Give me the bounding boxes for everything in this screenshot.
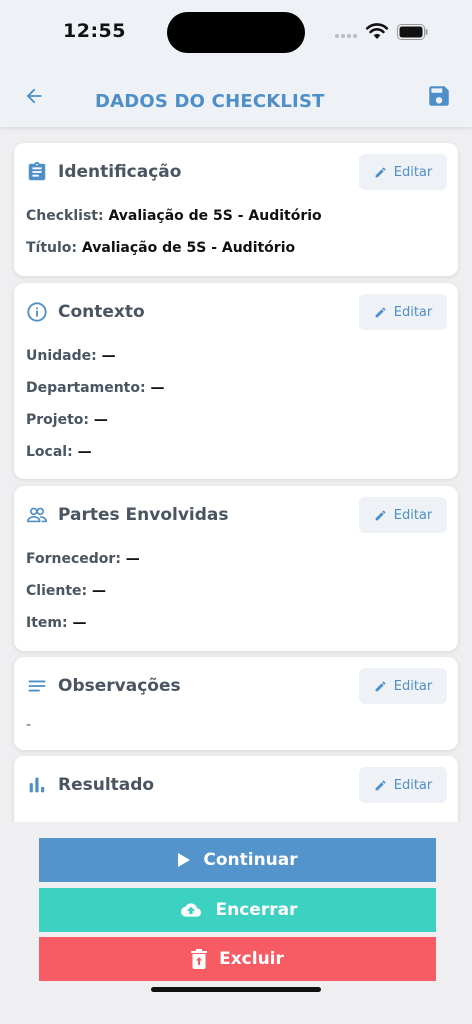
field-label: Local: (26, 444, 73, 460)
dynamic-island (167, 12, 305, 53)
edit-resultado-button[interactable]: Editar (359, 767, 447, 803)
field-cliente: Cliente: — (26, 583, 106, 599)
action-bar: Continuar Encerrar Excluir (0, 822, 472, 1024)
pencil-icon (375, 681, 386, 691)
field-value: — (125, 551, 140, 567)
edit-label: Editar (393, 304, 433, 320)
field-checklist: Checklist: Avaliação de 5S - Auditório (26, 208, 322, 224)
back-button[interactable] (20, 82, 48, 110)
pencil-icon (375, 780, 386, 790)
card-contexto: Contexto Editar Unidade: — Departamento:… (14, 283, 458, 479)
clipboard-icon (28, 161, 46, 181)
signal-icon (335, 34, 359, 40)
edit-label: Editar (393, 777, 433, 793)
content-scroll[interactable]: Identificação Editar Checklist: Avaliaçã… (0, 127, 472, 822)
field-value: — (92, 583, 106, 599)
card-header: Identificação Editar (14, 143, 458, 199)
battery-icon (397, 24, 428, 40)
card-header: Partes Envolvidas Editar (14, 486, 458, 542)
delete-button[interactable]: Excluir (39, 937, 436, 981)
field-titulo: Título: Avaliação de 5S - Auditório (26, 240, 295, 256)
card-title-partes: Partes Envolvidas (58, 505, 229, 525)
edit-identificacao-button[interactable]: Editar (359, 154, 447, 190)
pencil-icon (375, 167, 386, 177)
card-title-identificacao: Identificação (58, 162, 182, 182)
card-identificacao: Identificação Editar Checklist: Avaliaçã… (14, 143, 458, 276)
edit-contexto-button[interactable]: Editar (359, 294, 447, 330)
field-unidade: Unidade: — (26, 348, 116, 364)
field-label: Título: (26, 240, 78, 256)
delete-label: Excluir (219, 949, 284, 969)
cloud-upload-icon (180, 903, 201, 917)
pencil-icon (375, 307, 386, 317)
edit-partes-button[interactable]: Editar (359, 497, 447, 533)
card-header: Resultado Editar (14, 756, 458, 812)
field-label: Item: (26, 615, 68, 631)
info-icon (27, 302, 47, 322)
card-observacoes: Observações Editar - (14, 657, 458, 750)
card-title-resultado: Resultado (58, 775, 155, 795)
field-label: Fornecedor: (26, 551, 121, 567)
save-icon[interactable] (426, 83, 452, 109)
field-item: Item: — (26, 615, 86, 631)
field-label: Checklist: (26, 208, 104, 224)
pencil-icon (375, 510, 386, 520)
page-title: DADOS DO CHECKLIST (95, 91, 325, 112)
field-departamento: Departamento: — (26, 380, 164, 396)
field-label: Projeto: (26, 412, 89, 428)
field-value: — (72, 615, 87, 631)
card-title-contexto: Contexto (58, 302, 145, 322)
status-time: 12:55 (63, 20, 126, 42)
notes-icon (28, 680, 46, 692)
bar-chart-icon (29, 777, 45, 793)
trash-icon (191, 949, 208, 969)
field-local: Local: — (26, 444, 92, 460)
status-bar: 12:55 (0, 0, 472, 62)
field-fornecedor: Fornecedor: — (26, 551, 140, 567)
field-value: — (150, 380, 165, 396)
field-label: Cliente: (26, 583, 88, 599)
card-resultado: Resultado Editar (14, 756, 458, 822)
field-value: — (101, 348, 116, 364)
arrow-left-icon (26, 88, 42, 104)
home-indicator[interactable] (151, 987, 321, 992)
play-icon (178, 853, 191, 867)
close-label: Encerrar (215, 900, 298, 920)
field-value: — (93, 412, 108, 428)
nav-bar: DADOS DO CHECKLIST (0, 62, 472, 127)
continue-label: Continuar (203, 850, 298, 870)
card-header: Contexto Editar (14, 283, 458, 339)
edit-label: Editar (393, 678, 433, 694)
field-label: Departamento: (26, 380, 146, 396)
people-icon (27, 507, 47, 523)
edit-label: Editar (393, 507, 433, 523)
close-button[interactable]: Encerrar (39, 888, 436, 932)
field-projeto: Projeto: — (26, 412, 108, 428)
edit-observacoes-button[interactable]: Editar (359, 668, 447, 704)
card-header: Observações Editar (14, 657, 458, 713)
card-title-observacoes: Observações (58, 676, 181, 696)
field-label: Unidade: (26, 348, 97, 364)
observacoes-text: - (26, 717, 32, 733)
edit-label: Editar (393, 164, 433, 180)
card-partes-envolvidas: Partes Envolvidas Editar Fornecedor: — C… (14, 486, 458, 651)
continue-button[interactable]: Continuar (39, 838, 436, 882)
field-value: — (77, 444, 92, 460)
field-value: Avaliação de 5S - Auditório (108, 208, 322, 224)
wifi-icon (365, 23, 389, 39)
field-value: Avaliação de 5S - Auditório (81, 240, 296, 256)
